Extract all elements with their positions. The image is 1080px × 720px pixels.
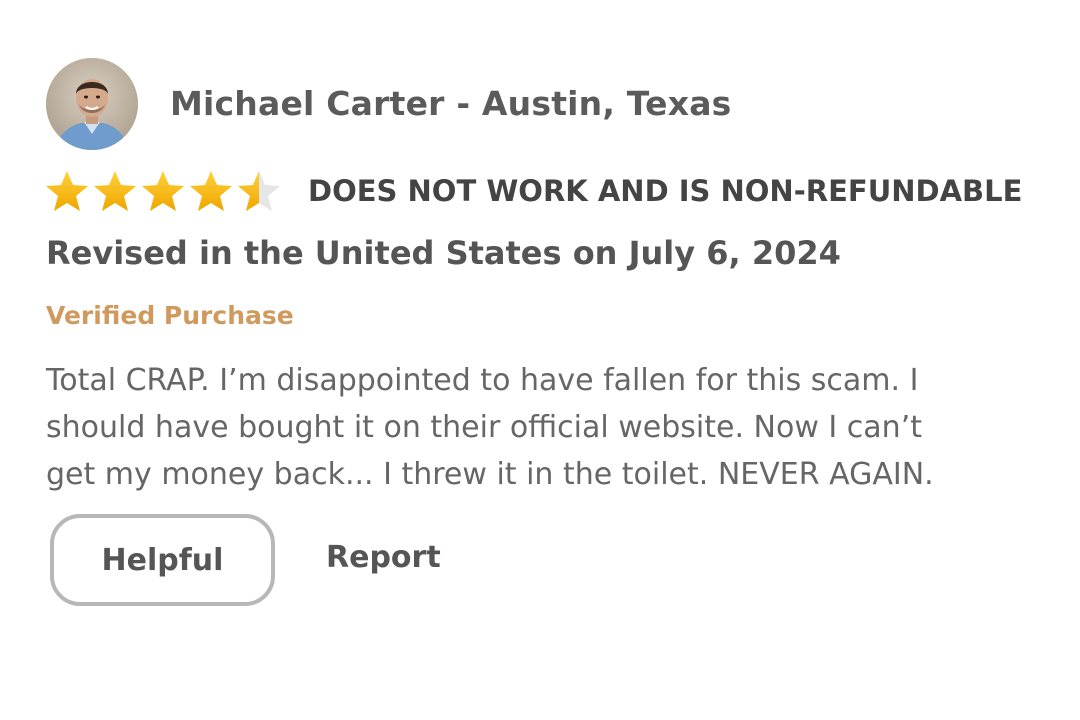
star-full-icon [190, 171, 232, 211]
star-half-icon [238, 171, 280, 211]
review-body-line: get my money back... I threw it in the t… [46, 457, 934, 492]
reviewer-avatar[interactable] [46, 58, 138, 150]
review-body-line: Total CRAP. I’m disappointed to have fal… [46, 363, 919, 398]
review-title: DOES NOT WORK AND IS NON-REFUNDABLE [308, 174, 1023, 208]
verified-purchase-badge[interactable]: Verified Purchase [46, 301, 294, 330]
star-full-icon [142, 171, 184, 211]
review-body-line: should have bought it on their official … [46, 410, 922, 445]
report-link[interactable]: Report [326, 540, 441, 575]
star-full-icon [46, 171, 88, 211]
star-full-icon [94, 171, 136, 211]
helpful-button[interactable]: Helpful [50, 514, 275, 606]
review-date: Revised in the United States on July 6, … [46, 234, 841, 272]
person-photo-icon [46, 58, 138, 150]
review-body: Total CRAP. I’m disappointed to have fal… [46, 357, 1066, 498]
reviewer-name[interactable]: Michael Carter - Austin, Texas [170, 84, 732, 123]
review-card: Michael Carter - Austin, Texas DOES NOT … [0, 0, 1080, 720]
star-rating [44, 169, 282, 213]
